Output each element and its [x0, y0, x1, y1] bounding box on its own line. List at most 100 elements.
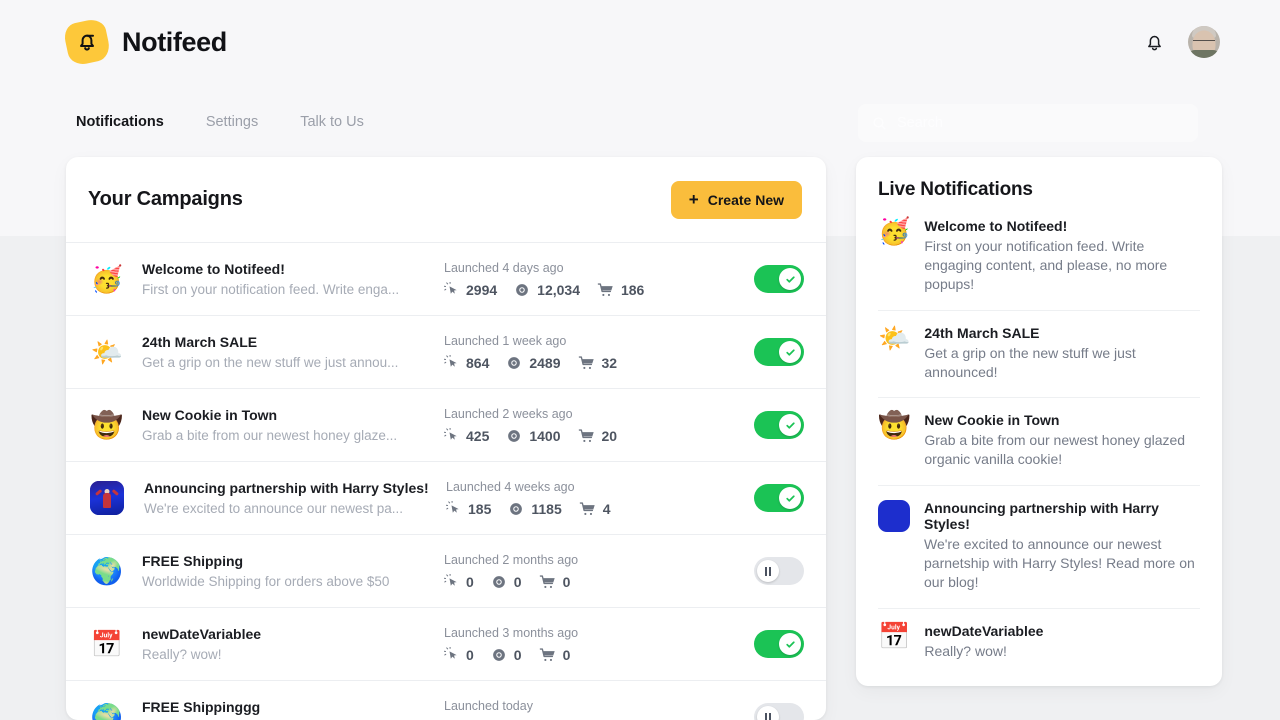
table-row[interactable]: 📅 newDateVariablee Really? wow! Launched…	[66, 608, 826, 681]
tab-bar: Notifications Settings Talk to Us	[76, 104, 364, 140]
toggle-knob	[757, 560, 779, 582]
metric-clicks: 0	[444, 646, 474, 663]
table-row[interactable]: 🤠 New Cookie in Town Grab a bite from ou…	[66, 389, 826, 462]
campaign-emoji: 🌍	[90, 556, 124, 586]
metric-views: 0	[491, 574, 522, 590]
campaign-launched: Launched 2 weeks ago	[444, 406, 573, 421]
campaign-toggle[interactable]	[754, 484, 804, 512]
campaign-stats: Launched 2 months ago 0 0 0	[432, 553, 746, 590]
metric-clicks-value: 425	[466, 427, 490, 444]
check-icon	[785, 275, 795, 283]
toggle-knob	[779, 341, 801, 363]
metric-clicks: 425	[444, 427, 490, 444]
campaigns-header: Your Campaigns + Create New	[66, 157, 826, 242]
eye-icon	[492, 575, 505, 588]
table-row[interactable]: Announcing partnership with Harry Styles…	[66, 462, 826, 535]
create-new-button[interactable]: + Create New	[670, 180, 802, 219]
click-cursor-icon	[444, 281, 457, 294]
search-icon	[873, 116, 886, 130]
nav-row: Notifications Settings Talk to Us Search	[0, 104, 1280, 142]
campaign-emoji: 🥳	[90, 264, 124, 294]
metric-clicks: 0	[444, 573, 474, 590]
campaign-subtitle: Worldwide Shipping for orders above $50	[142, 574, 390, 589]
campaign-subtitle: First on your notification feed. Write e…	[142, 282, 400, 297]
metric-clicks-value: 2994	[466, 281, 498, 298]
campaign-title: Welcome to Notifeed!	[142, 261, 285, 277]
campaign-metrics: 864 2489 32	[444, 354, 746, 371]
table-row[interactable]: 🌍 FREE Shippinggg Worldwide Free Shippin…	[66, 681, 826, 720]
campaign-subtitle: We're excited to announce our newest pa.…	[144, 501, 403, 516]
metric-clicks-value: 0	[466, 573, 474, 590]
shopping-cart-icon	[597, 282, 613, 296]
notification-body: newDateVariablee Really? wow!	[924, 623, 1200, 661]
click-cursor-icon	[444, 573, 457, 586]
campaign-stats: Launched 2 weeks ago 425 1400 20	[432, 407, 746, 444]
notification-body: Announcing partnership with Harry Styles…	[924, 500, 1200, 592]
avatar-glasses	[1193, 39, 1215, 46]
table-row[interactable]: 🥳 Welcome to Notifeed! First on your not…	[66, 243, 826, 316]
pause-icon	[764, 566, 772, 576]
check-icon	[785, 348, 795, 356]
campaign-toggle[interactable]	[754, 411, 804, 439]
notification-text: First on your notification feed. Write e…	[924, 238, 1168, 292]
list-item[interactable]: 🌤️ 24th March SALE Get a grip on the new…	[878, 311, 1200, 399]
campaign-emoji: 📅	[90, 629, 124, 659]
tab-talk-to-us[interactable]: Talk to Us	[300, 104, 364, 140]
campaign-toggle[interactable]	[754, 630, 804, 658]
metric-clicks: 864	[444, 354, 489, 371]
list-item[interactable]: Announcing partnership with Harry Styles…	[878, 486, 1200, 609]
campaign-launched: Launched 1 week ago	[444, 333, 567, 348]
campaign-emoji: 🤠	[90, 410, 124, 440]
campaigns-list: 🥳 Welcome to Notifeed! First on your not…	[66, 242, 826, 720]
bell-logo-icon	[62, 17, 112, 67]
campaign-emoji: 🌤️	[90, 337, 124, 367]
check-icon	[785, 494, 795, 502]
metric-carts-value: 0	[562, 573, 571, 590]
notification-body: Welcome to Notifeed! First on your notif…	[924, 218, 1200, 294]
metric-clicks-value: 0	[466, 646, 474, 663]
metric-carts-value: 4	[602, 500, 611, 517]
create-new-label: Create New	[707, 191, 784, 208]
eye-icon	[508, 356, 521, 369]
campaign-metrics: 2994 12,034 186	[444, 281, 746, 298]
campaign-title: FREE Shipping	[142, 553, 244, 569]
list-item[interactable]: 🤠 New Cookie in Town Grab a bite from ou…	[878, 398, 1200, 487]
campaign-text: New Cookie in Town Grab a bite from our …	[142, 407, 432, 443]
campaign-subtitle: Grab a bite from our newest honey glaze.…	[142, 428, 398, 443]
campaign-toggle[interactable]	[754, 265, 804, 293]
campaign-toggle[interactable]	[754, 338, 804, 366]
live-notifications-title: Live Notifications	[878, 179, 1033, 200]
avatar[interactable]	[1188, 26, 1220, 58]
shopping-cart-icon	[578, 355, 594, 369]
notification-title: Announcing partnership with Harry Styles…	[924, 500, 1159, 533]
search-placeholder: Search	[897, 115, 943, 131]
table-row[interactable]: 🌍 FREE Shipping Worldwide Shipping for o…	[66, 535, 826, 608]
notification-body: New Cookie in Town Grab a bite from our …	[924, 412, 1200, 469]
table-row[interactable]: 🌤️ 24th March SALE Get a grip on the new…	[66, 316, 826, 389]
click-cursor-icon	[444, 646, 457, 659]
campaign-stats: Launched today 0 0 0	[432, 699, 746, 720]
brand-logo[interactable]: Notifeed	[62, 17, 227, 67]
toggle-knob	[779, 414, 801, 436]
eye-icon	[516, 283, 529, 296]
campaign-toggle[interactable]	[754, 557, 804, 585]
campaigns-card: Your Campaigns + Create New 🥳 Welcome to…	[66, 157, 826, 720]
campaign-toggle[interactable]	[754, 703, 804, 720]
bell-icon[interactable]	[1142, 29, 1166, 55]
campaign-subtitle: Get a grip on the new stuff we just anno…	[142, 355, 399, 370]
metric-carts-value: 20	[601, 427, 618, 444]
metric-carts: 186	[597, 282, 644, 298]
tab-settings[interactable]: Settings	[206, 104, 258, 140]
check-icon	[785, 421, 795, 429]
campaign-text: newDateVariablee Really? wow!	[142, 626, 432, 662]
notification-title: newDateVariablee	[924, 622, 1044, 639]
metric-views-value: 12,034	[537, 281, 580, 298]
metric-clicks: 2994	[444, 281, 498, 298]
list-item[interactable]: 📅 newDateVariablee Really? wow!	[878, 609, 1200, 677]
campaign-title: New Cookie in Town	[142, 407, 278, 423]
tab-notifications[interactable]: Notifications	[76, 104, 164, 140]
eye-icon	[492, 648, 505, 661]
search-input[interactable]: Search	[858, 104, 1198, 142]
metric-clicks: 185	[446, 500, 491, 517]
list-item[interactable]: 🥳 Welcome to Notifeed! First on your not…	[878, 217, 1200, 311]
